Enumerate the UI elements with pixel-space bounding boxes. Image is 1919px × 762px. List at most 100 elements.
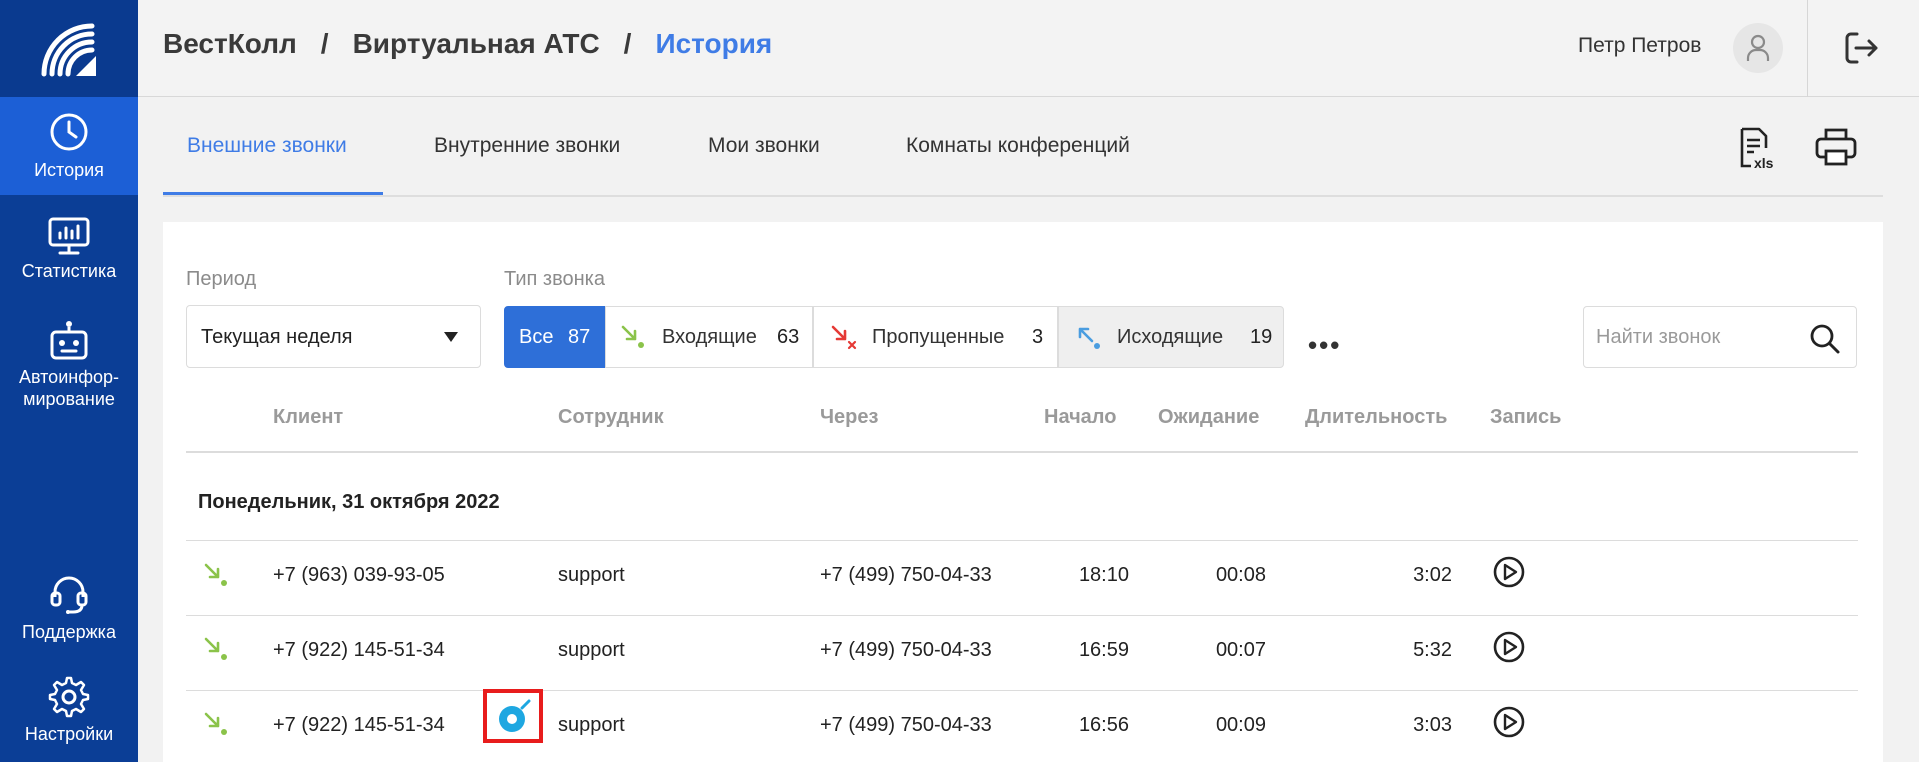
client-phone[interactable]: +7 (963) 039-93-05	[273, 564, 445, 587]
incoming-call-icon	[204, 712, 227, 735]
client-phone[interactable]: +7 (922) 145-51-34	[273, 639, 445, 662]
client-phone[interactable]: +7 (922) 145-51-34	[273, 714, 445, 737]
more-options-icon[interactable]: •••	[1308, 330, 1341, 361]
sidebar-item-label-line1: Автоинфор-	[18, 367, 120, 387]
logout-icon	[1845, 32, 1878, 64]
filter-count: 63	[777, 326, 800, 348]
missed-call-icon	[831, 325, 857, 350]
breadcrumb-item-current: История	[655, 28, 773, 59]
svg-text:xls: xls	[1754, 155, 1774, 170]
logout-button[interactable]	[1841, 28, 1881, 73]
print-button[interactable]	[1814, 126, 1858, 173]
headset-icon	[50, 576, 88, 614]
incoming-call-icon	[621, 325, 644, 348]
call-type-label: Тип звонка	[504, 268, 605, 290]
avatar[interactable]	[1733, 23, 1783, 73]
day-group-header: Понедельник, 31 октября 2022	[198, 491, 500, 513]
sidebar-item-history[interactable]: История	[0, 97, 138, 195]
crm-icon	[499, 699, 531, 732]
user-name[interactable]: Петр Петров	[1578, 34, 1701, 58]
breadcrumb-item-company[interactable]: ВестКолл	[163, 28, 297, 59]
call-duration: 3:03	[1413, 714, 1452, 736]
tab-external-calls[interactable]: Внешние звонки	[187, 134, 347, 158]
search-input[interactable]	[1596, 325, 1806, 349]
column-header-record: Запись	[1490, 406, 1562, 428]
column-header-start: Начало	[1044, 406, 1117, 428]
clock-icon	[50, 113, 88, 151]
filter-all[interactable]: Все 87	[504, 306, 605, 368]
via-number: +7 (499) 750-04-33	[820, 714, 992, 736]
active-tab-indicator	[163, 192, 383, 195]
tab-conference-rooms[interactable]: Комнаты конференций	[906, 134, 1130, 158]
crm-link-button-highlighted[interactable]	[483, 689, 543, 743]
search-box	[1583, 306, 1857, 368]
tab-internal-calls[interactable]: Внутренние звонки	[434, 134, 620, 158]
period-select[interactable]: Текущая неделя	[186, 305, 481, 368]
sidebar-item-settings[interactable]: Настройки	[0, 675, 138, 745]
filter-incoming[interactable]: Входящие 63	[605, 306, 813, 368]
filter-label: Исходящие	[1117, 326, 1224, 348]
robot-icon	[50, 321, 88, 360]
employee-name: support	[558, 564, 625, 586]
breadcrumb: ВестКолл / Виртуальная АТС / История	[163, 28, 772, 60]
period-label: Период	[186, 268, 257, 290]
sidebar-item-autoinform[interactable]: Автоинфор- мирование	[0, 320, 138, 410]
row-divider	[186, 540, 1858, 541]
filter-count: 19	[1250, 326, 1273, 348]
call-wait: 00:08	[1215, 564, 1266, 586]
breadcrumb-item-pbx[interactable]: Виртуальная АТС	[353, 28, 600, 59]
play-icon[interactable]	[1492, 555, 1526, 589]
chevron-down-icon	[444, 332, 458, 342]
filter-label: Входящие	[662, 326, 757, 348]
printer-icon	[1815, 128, 1857, 166]
app-logo[interactable]	[0, 0, 138, 97]
divider	[1807, 0, 1808, 97]
call-wait: 00:07	[1215, 639, 1266, 661]
call-duration: 5:32	[1413, 639, 1452, 661]
sidebar-item-label: Настройки	[24, 724, 114, 744]
sidebar-item-label: Статистика	[21, 261, 117, 281]
tab-bar: Внешние звонки Внутренние звонки Мои зво…	[163, 98, 1883, 197]
filter-count: 3	[1032, 326, 1044, 348]
row-divider	[186, 615, 1858, 616]
filter-label: Все	[519, 326, 554, 348]
filter-outgoing[interactable]: Исходящие 19	[1058, 306, 1284, 368]
incoming-call-icon	[204, 563, 227, 586]
sidebar-item-support[interactable]: Поддержка	[0, 573, 138, 643]
column-header-wait: Ожидание	[1158, 406, 1260, 428]
period-value: Текущая неделя	[201, 326, 353, 348]
top-bar: ВестКолл / Виртуальная АТС / История Петр Пе…	[138, 0, 1919, 97]
export-xls-button[interactable]: xls	[1737, 126, 1779, 175]
row-divider	[186, 690, 1858, 691]
xls-file-icon: xls	[1740, 127, 1774, 171]
call-start: 18:10	[1078, 564, 1129, 586]
tab-my-calls[interactable]: Мои звонки	[708, 134, 820, 158]
employee-name: support	[558, 639, 625, 661]
logo-icon	[41, 23, 96, 77]
call-start: 16:59	[1078, 639, 1129, 661]
sidebar-item-label: Поддержка	[22, 622, 116, 642]
call-start: 16:56	[1078, 714, 1129, 736]
play-icon[interactable]	[1492, 630, 1526, 664]
search-icon[interactable]	[1809, 323, 1841, 355]
gear-icon	[48, 676, 90, 718]
sidebar-item-label-line2: мирование	[23, 389, 115, 409]
chart-monitor-icon	[48, 217, 90, 255]
column-header-employee: Сотрудник	[558, 406, 664, 428]
sidebar-item-label: История	[34, 160, 104, 180]
user-icon	[1746, 34, 1770, 61]
incoming-call-icon	[204, 637, 227, 660]
filter-count: 87	[568, 326, 591, 348]
calls-panel: Период Текущая неделя Тип звонка Все 87 …	[163, 222, 1883, 762]
call-duration: 3:02	[1413, 564, 1452, 586]
via-number: +7 (499) 750-04-33	[820, 564, 992, 586]
filter-label: Пропущенные	[872, 326, 1005, 348]
sidebar-item-statistics[interactable]: Статистика	[0, 216, 138, 282]
column-header-client: Клиент	[273, 406, 344, 428]
column-header-via: Через	[820, 406, 879, 428]
play-icon[interactable]	[1492, 705, 1526, 739]
header-divider	[186, 451, 1858, 453]
breadcrumb-separator: /	[623, 28, 632, 59]
filter-missed[interactable]: Пропущенные 3	[813, 306, 1058, 368]
call-wait: 00:09	[1215, 714, 1266, 736]
